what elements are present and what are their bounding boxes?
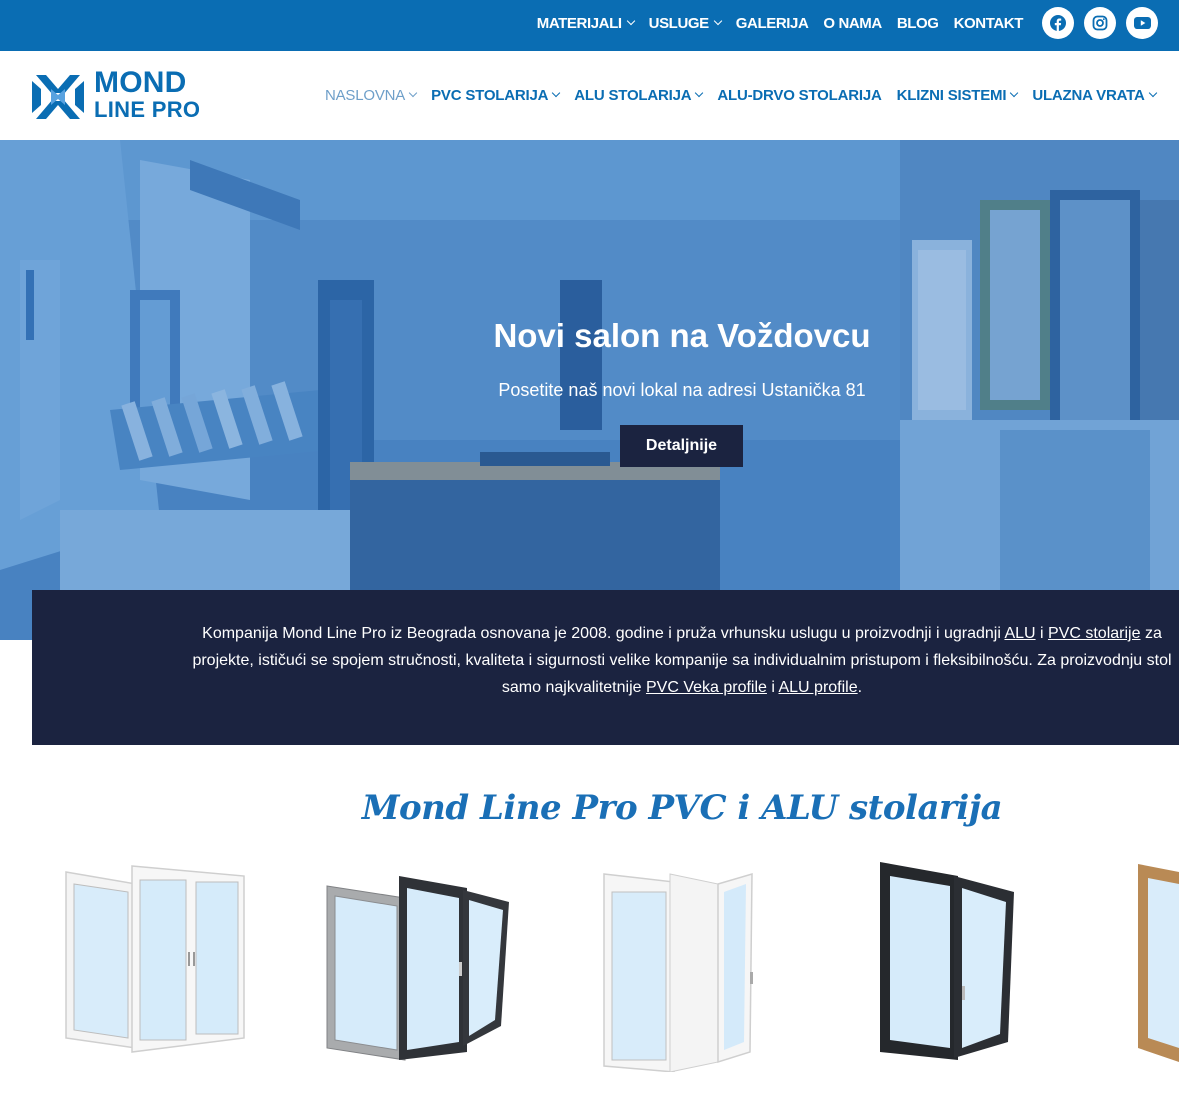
top-bar: MATERIJALI USLUGE GALERIJA O NAMA BLOG K… [0, 0, 1179, 51]
window-image [65, 865, 245, 1053]
nav-item-naslovna[interactable]: NASLOVNA [325, 87, 418, 104]
window-image [880, 862, 1014, 1060]
link-pvc-stolarije[interactable]: PVC stolarije [1048, 625, 1140, 642]
hero-details-button[interactable]: Detaljnije [620, 425, 743, 467]
link-alu[interactable]: ALU [1004, 625, 1035, 642]
topnav-item-galerija[interactable]: GALERIJA [736, 15, 809, 32]
chevron-down-icon [695, 88, 704, 98]
window-image [326, 876, 509, 1061]
topnav-item-o-nama[interactable]: O NAMA [823, 15, 882, 32]
main-header: MOND LINE PRO NASLOVNA PVC STOLARIJA ALU… [0, 51, 1179, 140]
intro-text: Kompanija Mond Line Pro iz Beograda osno… [192, 625, 1172, 696]
product-white-open-window[interactable] [600, 862, 760, 1077]
product-grey-anthracite-window[interactable] [325, 862, 515, 1067]
youtube-icon[interactable] [1126, 7, 1158, 39]
nav-item-pvc-stolarija[interactable]: PVC STOLARIJA [431, 87, 561, 104]
top-nav: MATERIJALI USLUGE GALERIJA O NAMA BLOG K… [537, 0, 1024, 46]
topnav-item-materijali[interactable]: MATERIJALI [537, 15, 635, 32]
chevron-down-icon [626, 16, 635, 25]
chevron-down-icon [713, 16, 722, 25]
chevron-down-icon [408, 88, 418, 98]
product-white-double-window[interactable] [60, 862, 250, 1067]
nav-item-alu-drvo-stolarija[interactable]: ALU-DRVO STOLARIJA [717, 87, 881, 104]
topnav-item-blog[interactable]: BLOG [897, 15, 939, 32]
chevron-down-icon [552, 88, 561, 98]
section-title: Mond Line Pro PVC i ALU stolarija [361, 788, 1003, 828]
window-image [603, 872, 753, 1073]
logo[interactable]: MOND LINE PRO [32, 68, 217, 123]
instagram-icon[interactable] [1084, 7, 1116, 39]
link-pvc-veka-profile[interactable]: PVC Veka profile [646, 679, 767, 696]
logo-mark-icon [32, 75, 84, 119]
chevron-down-icon [1010, 88, 1019, 98]
link-alu-profile[interactable]: ALU profile [778, 679, 857, 696]
window-image [1138, 864, 1179, 1062]
product-wood-window[interactable] [1136, 862, 1179, 1067]
facebook-icon[interactable] [1042, 7, 1074, 39]
nav-item-alu-stolarija[interactable]: ALU STOLARIJA [574, 87, 704, 104]
hero-banner: Novi salon na Voždovcu Posetite naš novi… [0, 140, 1179, 640]
product-black-tilt-window[interactable] [878, 862, 1018, 1067]
chevron-down-icon [1148, 88, 1157, 98]
topnav-item-usluge[interactable]: USLUGE [649, 15, 722, 32]
nav-item-ulazna-vrata[interactable]: ULAZNA VRATA [1032, 87, 1157, 104]
hero-subtitle: Posetite naš novi lokal na adresi Ustani… [498, 380, 866, 400]
nav-item-klizni-sistemi[interactable]: KLIZNI SISTEMI [897, 87, 1019, 104]
hero-title: Novi salon na Voždovcu [493, 317, 871, 354]
topnav-item-kontakt[interactable]: KONTAKT [954, 15, 1024, 32]
intro-box: Kompanija Mond Line Pro iz Beograda osno… [32, 590, 1179, 745]
main-nav: NASLOVNA PVC STOLARIJA ALU STOLARIJA ALU… [325, 51, 1157, 140]
